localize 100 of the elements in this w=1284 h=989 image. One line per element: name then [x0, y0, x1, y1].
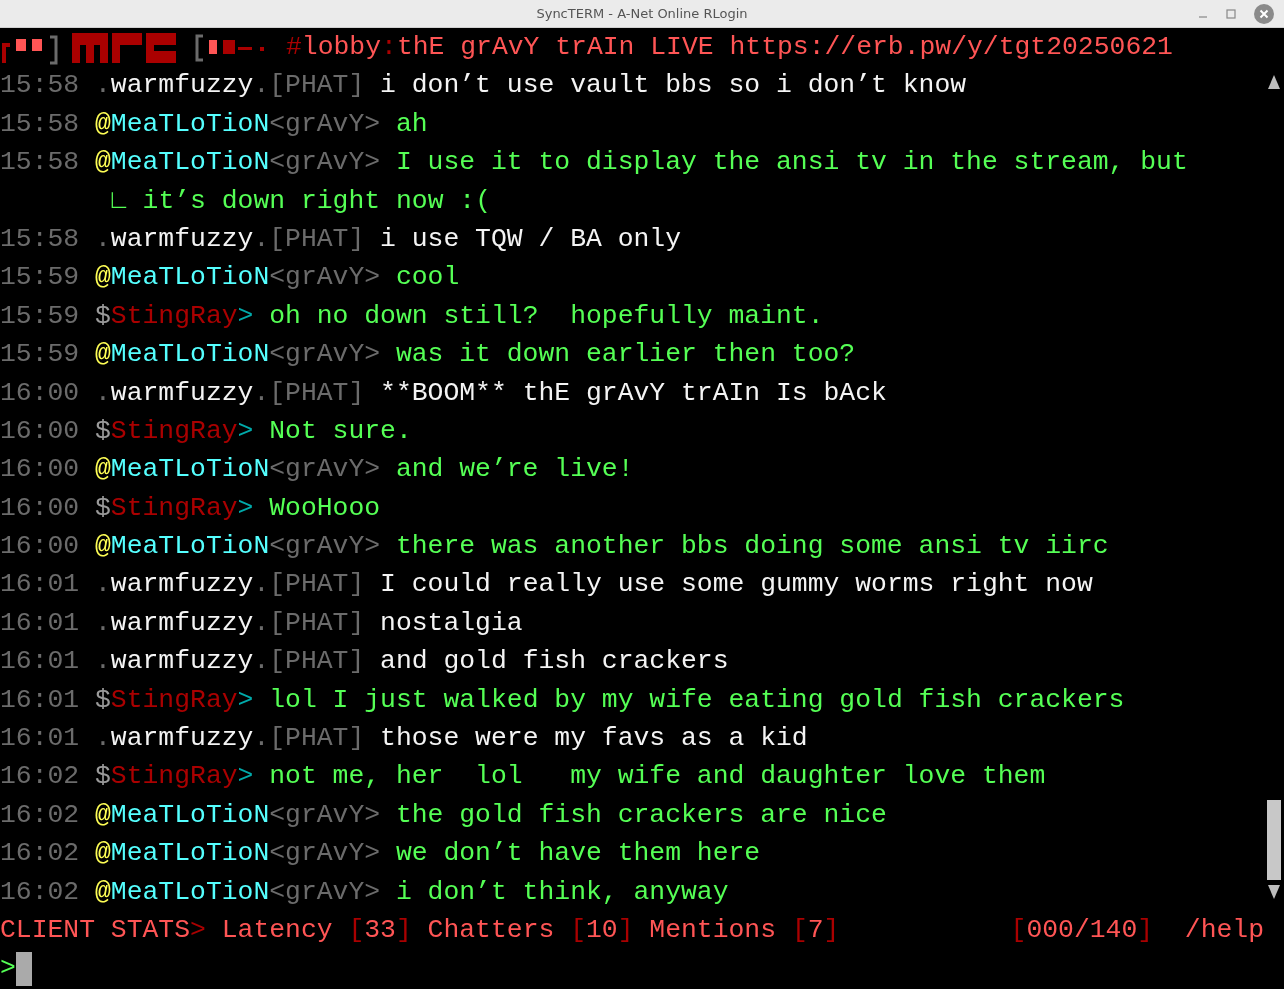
- message-text: there was another bbs doing some ansi tv iirc: [395, 530, 1109, 564]
- message-text: i don’t use vault bbs so i don’t know: [380, 69, 967, 103]
- nickname: MeaTLoTioN: [110, 875, 270, 909]
- message-text: I use it to display the ansi tv in the stream, but: [395, 146, 1188, 180]
- nickname: StingRay: [110, 491, 238, 525]
- user-tag: .[PHAT]: [253, 565, 365, 604]
- nickname: MeaTLoTioN: [110, 453, 270, 487]
- nickname: MeaTLoTioN: [110, 338, 270, 372]
- user-prefix: @: [95, 453, 111, 487]
- user-tag: .[PHAT]: [253, 219, 365, 259]
- user-tag: >: [237, 411, 254, 451]
- user-tag: .[PHAT]: [253, 373, 365, 412]
- user-prefix: @: [95, 837, 111, 871]
- timestamp: 16:01: [0, 645, 80, 679]
- message-text: WooHooo: [269, 491, 381, 525]
- status-arrow: >: [190, 914, 206, 947]
- message-text: I could really use some gummy worms right now: [380, 568, 1093, 602]
- user-prefix: .: [95, 645, 111, 679]
- bracket: [: [348, 914, 365, 947]
- user-tag: .[PHAT]: [253, 642, 365, 681]
- timestamp: 15:59: [0, 299, 80, 333]
- wrap-marker: ∟: [110, 184, 127, 218]
- timestamp: 16:00: [0, 453, 80, 487]
- stat-value: 33: [364, 914, 396, 947]
- timestamp: 15:59: [0, 338, 80, 372]
- message-text: i don’t think, anyway: [395, 875, 729, 909]
- user-tag: >: [237, 757, 254, 796]
- channel-topic: thE grAvY trAIn LIVE https://erb.pw/y/tgt20250621: [396, 31, 1173, 64]
- nickname: warmfuzzy: [110, 645, 254, 679]
- user-tag: <grAvY>: [269, 834, 381, 873]
- bracket: [: [570, 914, 586, 947]
- timestamp: 16:00: [0, 414, 80, 448]
- stat-value: 10: [586, 914, 618, 947]
- window-title: SyncTERM - A-Net Online RLogin: [536, 4, 748, 23]
- maximize-icon[interactable]: [1226, 9, 1236, 19]
- nickname: MeaTLoTioN: [110, 837, 270, 871]
- prompt-symbol: >: [0, 952, 16, 986]
- user-tag: <grAvY>: [269, 104, 381, 144]
- nickname: warmfuzzy: [110, 69, 254, 103]
- help-command: /help: [1184, 914, 1264, 947]
- user-prefix: .: [95, 376, 111, 410]
- message-text: ah: [395, 107, 428, 141]
- message-text: those were my favs as a kid: [380, 722, 808, 756]
- message-text: oh no down still? hopefully maint.: [269, 299, 824, 333]
- user-prefix: @: [95, 146, 111, 180]
- nickname: StingRay: [110, 299, 238, 333]
- nickname: StingRay: [110, 683, 238, 717]
- message-text: i use TQW / BA only: [380, 222, 681, 256]
- user-tag: <grAvY>: [269, 143, 381, 182]
- user-prefix: @: [95, 107, 111, 141]
- timestamp: 16:02: [0, 837, 80, 871]
- bracket: [: [1010, 914, 1027, 947]
- close-icon[interactable]: [1254, 4, 1274, 24]
- cursor: [15, 951, 32, 986]
- timestamp: 16:00: [0, 530, 80, 564]
- scrollbar-thumb[interactable]: [1267, 800, 1281, 880]
- channel-name: lobby: [301, 31, 382, 64]
- user-tag: <grAvY>: [269, 795, 381, 835]
- timestamp: 16:00: [0, 491, 80, 525]
- timestamp: 16:01: [0, 722, 80, 756]
- character-counter: 000/140: [1026, 914, 1138, 947]
- bracket: ]: [617, 914, 634, 947]
- user-tag: <grAvY>: [269, 258, 381, 297]
- timestamp: 15:58: [0, 146, 80, 180]
- nickname: MeaTLoTioN: [110, 798, 270, 832]
- message-text: and gold fish crackers: [380, 645, 729, 679]
- nickname: MeaTLoTioN: [110, 146, 270, 180]
- user-tag: >: [237, 296, 254, 336]
- channel-separator: :: [381, 31, 397, 64]
- message-text: was it down earlier then too?: [395, 338, 856, 372]
- timestamp: 15:59: [0, 261, 80, 295]
- user-tag: <grAvY>: [269, 335, 381, 374]
- user-prefix: @: [95, 875, 111, 909]
- user-prefix: .: [95, 606, 111, 640]
- timestamp: 16:02: [0, 875, 80, 909]
- user-prefix: @: [95, 261, 111, 295]
- message-text: and we’re live!: [395, 453, 634, 487]
- user-tag: >: [237, 488, 254, 528]
- timestamp: 15:58: [0, 222, 80, 256]
- scroll-down-icon[interactable]: [1267, 884, 1281, 900]
- timestamp: 16:01: [0, 568, 80, 602]
- stat-name: Chatters: [427, 914, 555, 947]
- timestamp: 16:02: [0, 760, 80, 794]
- message-text: lol I just walked by my wife eating gold fish crackers: [269, 683, 1125, 717]
- scroll-up-icon[interactable]: [1267, 74, 1281, 90]
- status-label: CLIENT STATS: [0, 914, 191, 947]
- stat-value: 7: [807, 914, 824, 947]
- timestamp: 16:01: [0, 683, 80, 717]
- timestamp: 16:00: [0, 376, 80, 410]
- bracket: ]: [1137, 914, 1154, 947]
- message-text: **BOOM** thE grAvY trAIn Is bAck: [380, 376, 887, 410]
- timestamp: 16:01: [0, 606, 80, 640]
- nickname: MeaTLoTioN: [110, 530, 270, 564]
- user-prefix: .: [95, 222, 111, 256]
- user-prefix: $: [95, 760, 111, 794]
- user-prefix: $: [95, 491, 111, 525]
- user-prefix: @: [95, 530, 111, 564]
- user-tag: >: [237, 680, 254, 720]
- user-tag: <grAvY>: [269, 872, 381, 911]
- user-prefix: .: [95, 69, 111, 103]
